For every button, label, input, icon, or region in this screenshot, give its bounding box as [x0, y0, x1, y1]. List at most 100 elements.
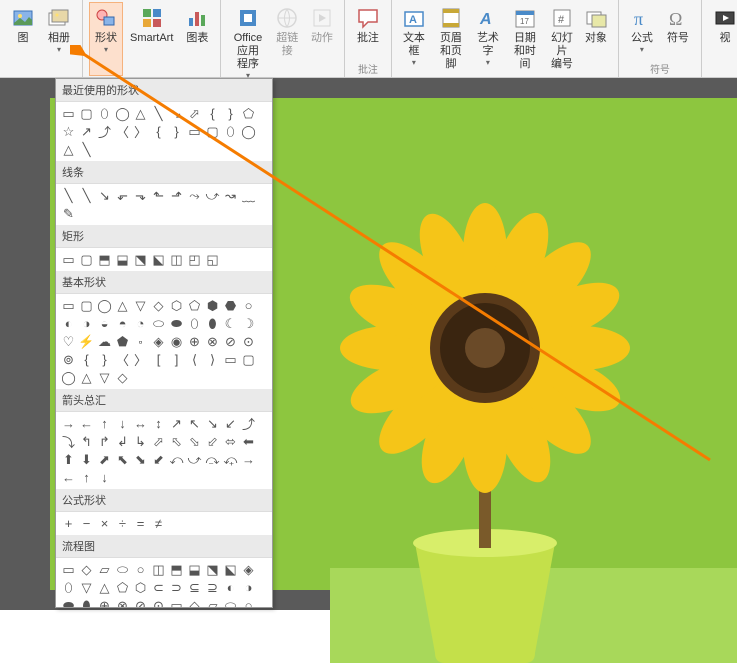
shape-item[interactable]: ⬎	[132, 187, 149, 204]
shape-item[interactable]: ⬕	[222, 561, 239, 578]
shape-item[interactable]: ◫	[150, 561, 167, 578]
shape-item[interactable]: ◇	[186, 597, 203, 608]
shape-item[interactable]: ⬮	[78, 597, 95, 608]
action-button[interactable]: 动作	[306, 2, 338, 84]
shape-item[interactable]: ▭	[60, 561, 77, 578]
shape-item[interactable]: 〉	[132, 123, 149, 140]
shape-item[interactable]: ↝	[222, 187, 239, 204]
shape-item[interactable]: ╲	[78, 141, 95, 158]
shape-item[interactable]: ◰	[186, 251, 203, 268]
shape-item[interactable]: ◫	[168, 251, 185, 268]
shape-item[interactable]: ⬓	[114, 251, 131, 268]
shape-item[interactable]: ⬇	[78, 451, 95, 468]
datetime-button[interactable]: 17日期和时间	[506, 2, 544, 75]
shape-item[interactable]: ◑	[240, 579, 257, 596]
shape-item[interactable]: △	[114, 297, 131, 314]
shape-item[interactable]: ▢	[78, 105, 95, 122]
shape-item[interactable]: ⬔	[132, 251, 149, 268]
textbox-button[interactable]: A文本框▾	[398, 2, 430, 75]
office-apps-button[interactable]: Office应用程序▾	[227, 2, 268, 84]
shape-item[interactable]: ◱	[204, 251, 221, 268]
shape-item[interactable]: ☾	[222, 315, 239, 332]
shape-item[interactable]: }	[222, 105, 239, 122]
shape-item[interactable]: ⬟	[114, 333, 131, 350]
shape-item[interactable]: ⬃	[204, 433, 221, 450]
shape-item[interactable]: +	[60, 515, 77, 532]
shape-item[interactable]: ╲	[150, 105, 167, 122]
comment-button[interactable]: 批注	[351, 2, 385, 61]
shape-item[interactable]: ▢	[204, 123, 221, 140]
shape-item[interactable]: ↘	[96, 187, 113, 204]
shape-item[interactable]: ⤻	[186, 451, 203, 468]
shape-item[interactable]: ◉	[168, 333, 185, 350]
shape-item[interactable]: ▢	[78, 251, 95, 268]
shape-item[interactable]: ↓	[114, 415, 131, 432]
shape-item[interactable]: ↗	[78, 123, 95, 140]
shape-item[interactable]: ▭	[60, 297, 77, 314]
shape-item[interactable]: ✎	[60, 205, 77, 222]
shape-item[interactable]: ◯	[96, 297, 113, 314]
shape-item[interactable]: →	[60, 415, 77, 432]
shape-item[interactable]: 〉	[132, 351, 149, 368]
shape-item[interactable]: ↑	[96, 415, 113, 432]
shape-item[interactable]: ⬯	[222, 123, 239, 140]
shape-item[interactable]: ]	[168, 351, 185, 368]
shape-item[interactable]: ×	[96, 515, 113, 532]
shape-item[interactable]: ◯	[240, 123, 257, 140]
shape-item[interactable]: ⊇	[204, 579, 221, 596]
shape-item[interactable]: ○	[240, 297, 257, 314]
shape-item[interactable]: ◈	[150, 333, 167, 350]
shape-item[interactable]: ⤻	[204, 187, 221, 204]
shape-item[interactable]: ⬞	[132, 333, 149, 350]
shape-item[interactable]: ←	[60, 469, 77, 486]
shape-item[interactable]: ╲	[78, 187, 95, 204]
shape-item[interactable]: ⬠	[240, 105, 257, 122]
shape-item[interactable]: ◐	[222, 579, 239, 596]
shape-item[interactable]: ⬭	[114, 561, 131, 578]
chart-button[interactable]: 图表	[180, 2, 214, 76]
shape-item[interactable]: △	[96, 579, 113, 596]
shape-item[interactable]: }	[168, 123, 185, 140]
shape-item[interactable]: ↳	[132, 433, 149, 450]
shape-item[interactable]: ⬯	[186, 315, 203, 332]
shape-item[interactable]: ◐	[60, 315, 77, 332]
shape-item[interactable]: ↘	[204, 415, 221, 432]
shape-item[interactable]: ⬆	[60, 451, 77, 468]
shape-item[interactable]: ⬬	[60, 597, 77, 608]
shape-item[interactable]: ⬡	[132, 579, 149, 596]
shape-item[interactable]: ⬂	[186, 433, 203, 450]
shape-item[interactable]: ↙	[222, 415, 239, 432]
shape-item[interactable]: ⊂	[150, 579, 167, 596]
shape-item[interactable]: ⬭	[150, 315, 167, 332]
shape-item[interactable]: ⤼	[204, 451, 221, 468]
hyperlink-button[interactable]: 超链接	[271, 2, 304, 84]
shape-item[interactable]: ⬊	[132, 451, 149, 468]
shape-item[interactable]: ▭	[60, 251, 77, 268]
shape-item[interactable]: 〈	[114, 351, 131, 368]
shapes-button[interactable]: 形状▾	[89, 2, 123, 76]
shape-item[interactable]: =	[132, 515, 149, 532]
shape-item[interactable]: ◇	[78, 561, 95, 578]
shape-item[interactable]: ▽	[96, 369, 113, 386]
shape-item[interactable]: ◑	[78, 315, 95, 332]
shape-item[interactable]: ⬬	[168, 315, 185, 332]
shape-item[interactable]: ⬁	[168, 433, 185, 450]
shape-item[interactable]: ⟨	[186, 351, 203, 368]
shape-item[interactable]: {	[78, 351, 95, 368]
shape-item[interactable]: ⬅	[240, 433, 257, 450]
shape-item[interactable]: −	[78, 515, 95, 532]
shape-item[interactable]: ⬠	[114, 579, 131, 596]
shape-item[interactable]: ↘	[168, 105, 185, 122]
header-footer-button[interactable]: 页眉和页脚	[432, 2, 470, 75]
shape-item[interactable]: ↓	[96, 469, 113, 486]
shape-item[interactable]: ⊚	[60, 351, 77, 368]
shape-item[interactable]: ♡	[60, 333, 77, 350]
shape-item[interactable]: ↗	[168, 415, 185, 432]
shape-item[interactable]: ⬡	[168, 297, 185, 314]
shape-item[interactable]: ⤽	[222, 451, 239, 468]
shape-item[interactable]: ⊙	[240, 333, 257, 350]
shape-item[interactable]: ╲	[60, 187, 77, 204]
shape-item[interactable]: ↱	[96, 433, 113, 450]
shape-item[interactable]: ▢	[240, 351, 257, 368]
shape-item[interactable]: ◓	[114, 315, 131, 332]
